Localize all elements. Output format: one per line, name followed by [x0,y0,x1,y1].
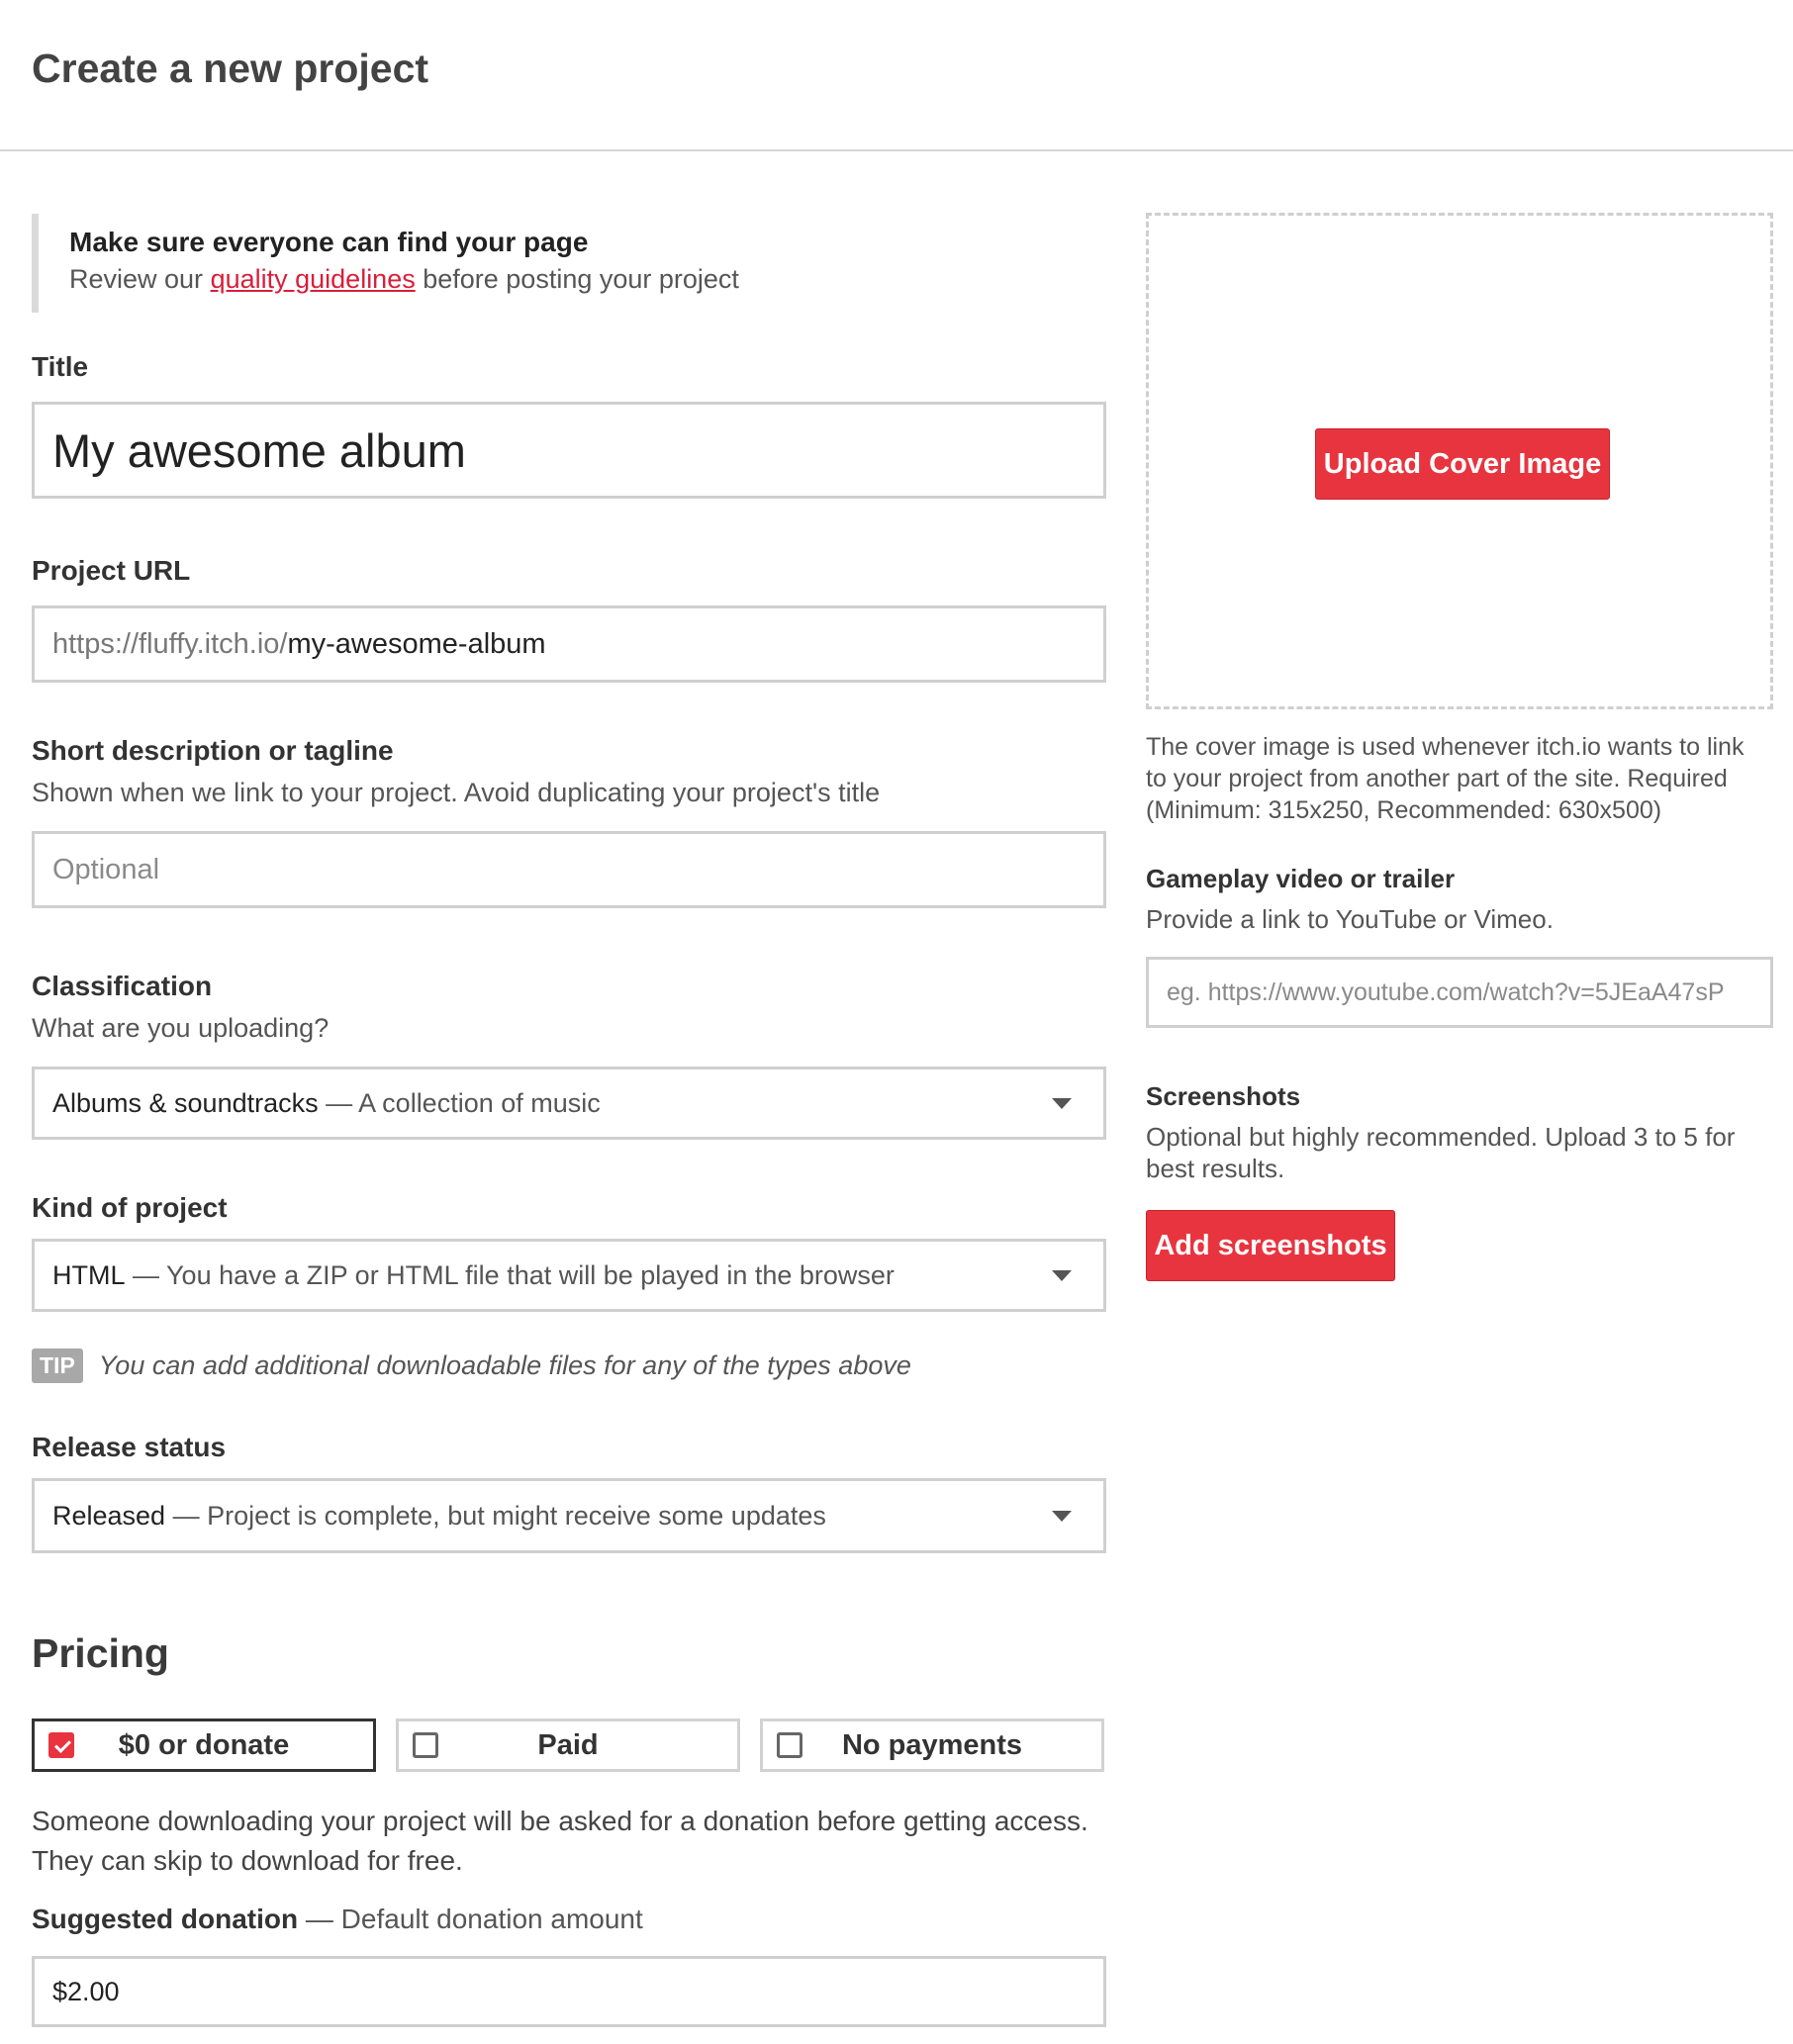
classification-label: Classification [32,971,213,1001]
video-url-placeholder: eg. https://www.youtube.com/watch?v=5JEa… [1167,977,1725,1006]
url-prefix: https://fluffy.itch.io/ [52,627,288,660]
pricing-option-paid[interactable]: Paid [396,1719,740,1772]
page-header: Create a new project [0,0,1793,151]
checkbox-checked-icon [48,1732,74,1758]
project-url-label: Project URL [32,555,191,586]
url-slug: my-awesome-album [287,627,546,660]
tagline-hint: Shown when we link to your project. Avoi… [32,778,881,807]
tagline-input[interactable]: Optional [32,831,1106,908]
cover-image-dropzone[interactable]: Upload Cover Image [1146,213,1773,709]
tagline-label: Short description or tagline [32,735,394,766]
guidelines-notice: Make sure everyone can find your page Re… [32,214,1106,313]
notice-title: Make sure everyone can find your page [69,227,589,257]
page-title: Create a new project [32,46,429,91]
project-form: Make sure everyone can find your page Re… [32,214,1106,2027]
screenshots-hint-line: best results. [1146,1154,1285,1183]
tip-text: You can add additional downloadable file… [98,1349,911,1380]
cover-help-line: to your project from another part of the… [1146,765,1728,792]
checkbox-icon [777,1732,802,1758]
video-hint: Provide a link to YouTube or Vimeo. [1146,904,1554,934]
cover-help-text: The cover image is used whenever itch.io… [1146,731,1773,826]
pricing-option-no-payments[interactable]: No payments [760,1719,1104,1772]
tagline-placeholder: Optional [52,853,160,885]
caret-down-icon [1052,1098,1072,1109]
tip-note: TIP You can add additional downloadable … [32,1346,1106,1385]
caret-down-icon [1052,1511,1072,1522]
add-screenshots-button[interactable]: Add screenshots [1146,1210,1395,1281]
pricing-description-line: Someone downloading your project will be… [32,1806,1088,1836]
tip-badge: TIP [32,1347,83,1383]
project-url-input[interactable]: https://fluffy.itch.io/my-awesome-album [32,605,1106,683]
upload-cover-image-button[interactable]: Upload Cover Image [1315,428,1610,500]
release-value: Released [52,1500,166,1531]
cover-help-line: (Minimum: 315x250, Recommended: 630x500) [1146,796,1662,824]
checkbox-icon [413,1732,438,1758]
release-desc: — Project is complete, but might receive… [172,1500,826,1531]
video-url-input[interactable]: eg. https://www.youtube.com/watch?v=5JEa… [1146,957,1773,1028]
notice-text: Review our quality guidelines before pos… [69,259,1106,299]
pricing-option-label: Paid [537,1728,599,1761]
release-status-select[interactable]: Released — Project is complete, but migh… [32,1478,1106,1553]
donation-value: $2.00 [52,1976,120,2006]
screenshots-label: Screenshots [1146,1081,1301,1111]
caret-down-icon [1052,1270,1072,1281]
donation-label: Suggested donation [32,1904,299,1934]
classification-hint: What are you uploading? [32,1013,330,1043]
screenshots-hint-line: Optional but highly recommended. Upload … [1146,1122,1736,1152]
pricing-description-line: They can skip to download for free. [32,1845,463,1876]
pricing-options: $0 or donate Paid No payments [32,1719,1106,1772]
kind-label: Kind of project [32,1192,228,1223]
notice-text-before: Review our [69,264,204,294]
kind-value: HTML [52,1259,126,1290]
donation-desc: — Default donation amount [305,1904,643,1934]
kind-select[interactable]: HTML — You have a ZIP or HTML file that … [32,1239,1106,1312]
media-sidebar: Upload Cover Image The cover image is us… [1146,213,1773,1281]
kind-desc: — You have a ZIP or HTML file that will … [133,1259,895,1290]
pricing-description: Someone downloading your project will be… [32,1802,1106,1881]
classification-select[interactable]: Albums & soundtracks — A collection of m… [32,1067,1106,1140]
classification-desc: — A collection of music [326,1087,601,1118]
classification-value: Albums & soundtracks [52,1087,319,1118]
title-label: Title [32,351,89,382]
cover-help-line: The cover image is used whenever itch.io… [1146,733,1745,761]
title-value: My awesome album [52,423,466,477]
pricing-option-donate[interactable]: $0 or donate [32,1719,376,1772]
pricing-option-label: No payments [841,1728,1023,1761]
screenshots-hint: Optional but highly recommended. Upload … [1146,1121,1773,1184]
suggested-donation-input[interactable]: $2.00 [32,1956,1106,2027]
pricing-title: Pricing [32,1630,169,1676]
notice-text-after: before posting your project [423,264,739,294]
video-label: Gameplay video or trailer [1146,864,1456,893]
title-input[interactable]: My awesome album [32,402,1106,499]
quality-guidelines-link[interactable]: quality guidelines [211,264,416,294]
pricing-option-label: $0 or donate [118,1728,290,1761]
suggested-donation-label: Suggested donation — Default donation am… [32,1903,1106,1936]
release-status-label: Release status [32,1432,227,1462]
